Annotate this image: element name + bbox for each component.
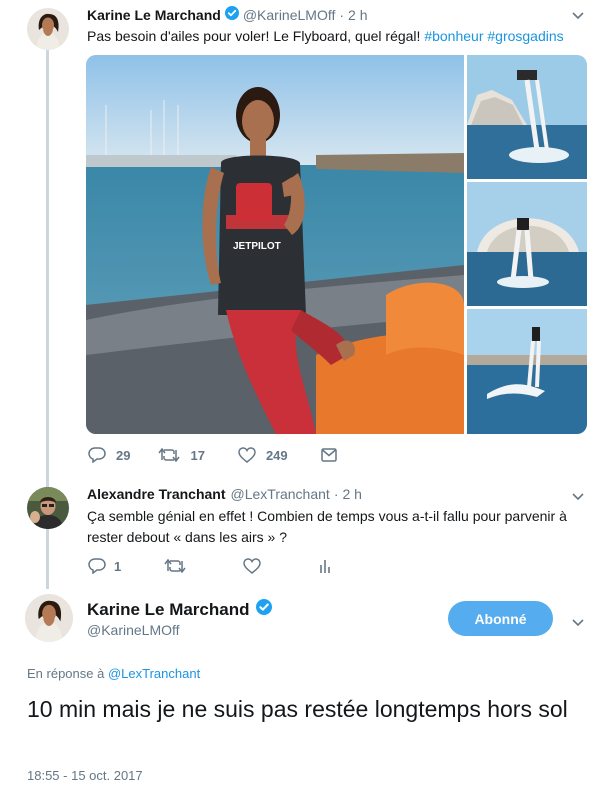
main-author: Karine Le Marchand <box>87 599 276 620</box>
retweet-button[interactable]: 17 <box>158 447 205 463</box>
reply-count: 1 <box>114 558 122 574</box>
dm-button[interactable] <box>320 448 337 462</box>
tweet-actions: 29 17 249 <box>88 447 337 463</box>
hashtag-link[interactable]: #bonheur <box>424 28 483 44</box>
tweet-photo-main[interactable]: JETPILOT <box>86 55 464 434</box>
avatar[interactable] <box>27 8 69 50</box>
author-handle[interactable]: @LexTranchant <box>231 486 330 502</box>
tweet-text: Pas besoin d'ailes pour voler! Le Flyboa… <box>87 26 587 46</box>
like-button[interactable]: 249 <box>238 447 288 463</box>
chevron-down-icon[interactable] <box>572 615 584 630</box>
tweet-timestamp[interactable]: 18:55 - 15 oct. 2017 <box>27 768 143 783</box>
tweet-header: Alexandre Tranchant @LexTranchant · 2 h <box>87 486 362 502</box>
avatar[interactable] <box>27 487 69 529</box>
tweet-photo-thumb[interactable] <box>467 55 587 179</box>
reply-button[interactable]: 29 <box>88 447 130 463</box>
separator: · <box>339 6 345 23</box>
reply-count: 29 <box>116 447 131 463</box>
reply-prefix: En réponse à <box>27 666 105 681</box>
author-handle[interactable]: @KarineLMOff <box>87 622 180 638</box>
tweet-photo-thumb[interactable] <box>467 182 587 306</box>
reply-icon <box>88 558 106 574</box>
author-name[interactable]: Karine Le Marchand <box>87 7 221 23</box>
reply-icon <box>88 447 106 463</box>
main-handle: @KarineLMOff <box>87 622 180 638</box>
tweet-time[interactable]: 2 h <box>342 486 361 502</box>
following-button[interactable]: Abonné <box>448 601 553 636</box>
analytics-button[interactable] <box>318 559 332 573</box>
retweet-button[interactable] <box>164 558 186 574</box>
avatar[interactable] <box>25 594 73 642</box>
tweet-photo-thumb[interactable] <box>467 309 587 434</box>
dm-icon <box>320 448 337 462</box>
retweet-icon <box>158 447 181 463</box>
author-handle[interactable]: @KarineLMOff <box>243 7 336 23</box>
like-button[interactable] <box>243 558 261 574</box>
analytics-icon <box>320 560 331 573</box>
reply-button[interactable]: 1 <box>88 558 121 574</box>
photo-logo-text: JETPILOT <box>233 241 281 252</box>
hashtag-link[interactable]: #grosgadins <box>487 28 563 44</box>
tweet-actions: 1 <box>88 558 332 574</box>
tweet-text-body: Pas besoin d'ailes pour voler! Le Flyboa… <box>87 28 425 44</box>
tweet-header: Karine Le Marchand @KarineLMOff · 2 h <box>87 6 368 23</box>
chevron-down-icon[interactable] <box>572 8 584 23</box>
separator: · <box>333 486 339 502</box>
author-name[interactable]: Karine Le Marchand <box>87 600 250 620</box>
reply-context: En réponse à @LexTranchant <box>27 666 200 681</box>
like-icon <box>238 447 256 463</box>
reply-handle-link[interactable]: @LexTranchant <box>108 666 200 681</box>
author-name[interactable]: Alexandre Tranchant <box>87 486 226 502</box>
retweet-count: 17 <box>190 447 205 463</box>
verified-badge-icon <box>255 599 272 620</box>
tweet-text: Ça semble génial en effet ! Combien de t… <box>87 508 567 545</box>
like-icon <box>243 558 261 574</box>
retweet-icon <box>164 558 186 574</box>
like-count: 249 <box>265 447 288 463</box>
verified-badge-icon <box>224 6 239 23</box>
main-tweet-text: 10 min mais je ne suis pas restée longte… <box>27 696 568 722</box>
tweet-time[interactable]: 2 h <box>348 7 367 23</box>
chevron-down-icon[interactable] <box>572 489 584 504</box>
